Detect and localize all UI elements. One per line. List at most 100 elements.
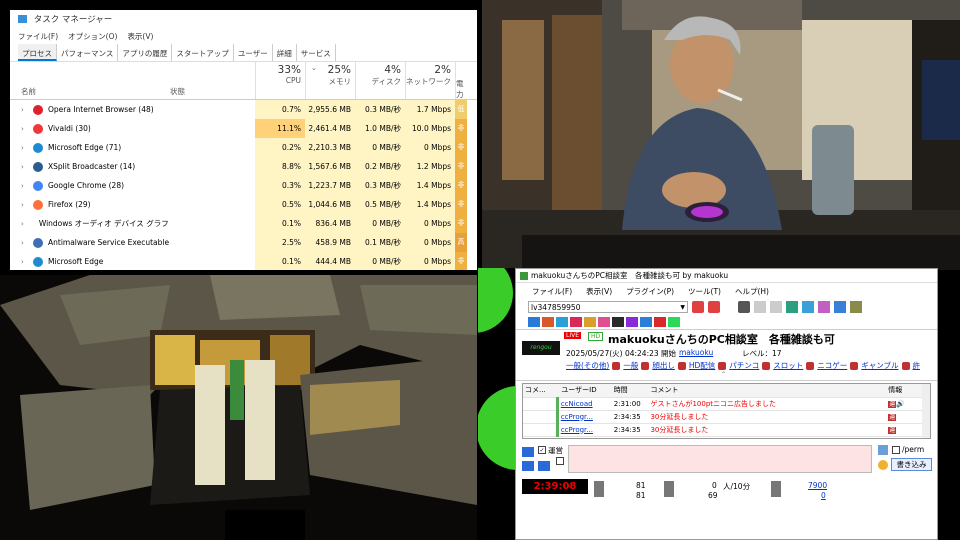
owner-link[interactable]: makuoku <box>679 348 713 357</box>
comment-row[interactable]: ccProgr... 2:34:35 30分延長しました運 <box>523 410 925 424</box>
process-row[interactable]: › Google Chrome (28) 0.3% 1,223.7 MB 0.3 MB/… <box>10 176 477 195</box>
tag-lock-icon[interactable] <box>677 361 686 370</box>
channel-icon[interactable] <box>528 317 540 327</box>
channel-icon[interactable] <box>598 317 610 327</box>
list-icon[interactable] <box>538 461 550 471</box>
comment-user[interactable]: ccProgr... <box>555 423 614 437</box>
toolbar-icon-b[interactable] <box>770 301 782 313</box>
toolbar-icon-f[interactable] <box>834 301 846 313</box>
col-user-id[interactable]: ユーザーID <box>557 384 614 398</box>
col-status[interactable]: 状態 <box>170 62 255 99</box>
menu-help[interactable]: ヘルプ(H) <box>735 286 769 297</box>
toolbar-icon-c[interactable] <box>786 301 798 313</box>
comment-user-link[interactable]: ccProgr... <box>561 426 593 434</box>
tab-app-history[interactable]: アプリの履歴 <box>118 44 173 61</box>
process-row[interactable]: › Firefox (29) 0.5% 1,044.6 MB 0.5 MB/秒 1.4 M… <box>10 195 477 214</box>
channel-icon[interactable] <box>612 317 624 327</box>
process-row[interactable]: › Windows オーディオ デバイス グラフ ... 0.1% 836.4 MB 0… <box>10 214 477 233</box>
splitter[interactable]: ⌃ <box>516 371 937 381</box>
comment-user-link[interactable]: ccNicoad <box>561 400 593 408</box>
tag-lock-icon[interactable] <box>901 361 910 370</box>
comment-user[interactable]: ccNicoad <box>555 397 614 411</box>
comment-user-link[interactable]: ccProgr... <box>561 413 593 421</box>
menu-view[interactable]: 表示(V) <box>586 286 612 297</box>
expand-chevron-icon[interactable]: › <box>21 258 33 266</box>
anchor-icon[interactable] <box>878 445 888 455</box>
process-row[interactable]: › Antimalware Service Executable 2.5% 458.9… <box>10 233 477 252</box>
tab-services[interactable]: サービス <box>297 44 336 61</box>
comment-user[interactable]: ccProgr... <box>555 410 614 424</box>
tab-performance[interactable]: パフォーマンス <box>57 44 119 61</box>
channel-icon[interactable] <box>668 317 680 327</box>
tab-processes[interactable]: プロセス <box>18 44 57 61</box>
process-row[interactable]: › Opera Internet Browser (48) 0.7% 2,955.6 … <box>10 100 477 119</box>
toolbar-icon-d[interactable] <box>802 301 814 313</box>
tag-lock-icon[interactable] <box>641 361 650 370</box>
col-cpu[interactable]: 33% CPU <box>255 62 305 99</box>
command-icon[interactable] <box>522 461 534 471</box>
tag-lock-icon[interactable] <box>850 361 859 370</box>
channel-icon[interactable] <box>570 317 582 327</box>
tag-link[interactable]: スロット <box>773 360 803 371</box>
anon-checkbox[interactable] <box>556 457 564 465</box>
unei-checkbox[interactable]: ✓ <box>538 446 546 454</box>
menu-file[interactable]: ファイル(F) <box>18 30 58 44</box>
expand-chevron-icon[interactable]: › <box>21 182 33 190</box>
tag-link[interactable]: HD配信 <box>689 360 715 371</box>
channel-icon[interactable] <box>626 317 638 327</box>
channel-icon[interactable] <box>584 317 596 327</box>
expand-chevron-icon[interactable]: › <box>21 163 33 171</box>
menu-plugin[interactable]: プラグイン(P) <box>626 286 674 297</box>
col-disk[interactable]: 4% ディスク <box>355 62 405 99</box>
process-row[interactable]: › Vivaldi (30) 11.1% 2,461.4 MB 1.0 MB/秒 10.0… <box>10 119 477 138</box>
menu-tools[interactable]: ツール(T) <box>688 286 721 297</box>
connect-icon[interactable] <box>692 301 704 313</box>
comment-input[interactable] <box>568 445 872 473</box>
tab-details[interactable]: 詳細 <box>273 44 297 61</box>
comment-scrollbar[interactable] <box>922 384 930 438</box>
perm-checkbox[interactable] <box>892 446 900 454</box>
toolbar-icon-e[interactable] <box>818 301 830 313</box>
disconnect-icon[interactable] <box>708 301 720 313</box>
col-name[interactable]: 名前 <box>10 62 170 99</box>
channel-icon[interactable] <box>542 317 554 327</box>
menu-file[interactable]: ファイル(F) <box>532 286 572 297</box>
tab-startup[interactable]: スタートアップ <box>172 44 234 61</box>
points-link-2[interactable]: 0 <box>821 491 826 500</box>
expand-chevron-icon[interactable]: › <box>21 125 33 133</box>
tag-link[interactable]: 一般 <box>623 360 638 371</box>
tag-link[interactable]: ニコゲー <box>817 360 847 371</box>
channel-icon[interactable] <box>640 317 652 327</box>
tag-lock-icon[interactable] <box>612 361 621 370</box>
expand-chevron-icon[interactable]: › <box>21 239 33 247</box>
channel-icon[interactable] <box>654 317 666 327</box>
col-memory[interactable]: ⌄ 25% メモリ <box>305 62 355 99</box>
emoji-icon[interactable] <box>878 460 888 470</box>
tag-lock-icon[interactable] <box>718 361 727 370</box>
channel-icon[interactable] <box>556 317 568 327</box>
menu-options[interactable]: オプション(O) <box>68 30 117 44</box>
process-row[interactable]: › Microsoft Edge (71) 0.2% 2,210.3 MB 0 MB/秒… <box>10 138 477 157</box>
process-row[interactable]: › Microsoft Edge 0.1% 444.4 MB 0 MB/秒 0 Mbps 非 <box>10 252 477 270</box>
tab-users[interactable]: ユーザー <box>234 44 273 61</box>
tag-link[interactable]: パチンコ <box>729 360 759 371</box>
comment-row[interactable]: ccProgr... 2:34:35 30分延長しました運 <box>523 423 925 437</box>
col-info[interactable]: 情報 <box>888 384 925 398</box>
tag-link[interactable]: 一般(その他) <box>566 360 609 371</box>
menu-view[interactable]: 表示(V) <box>127 30 153 44</box>
tag-lock-icon[interactable] <box>806 361 815 370</box>
comment-row[interactable]: ccNicoad 2:31:00 ゲストさんが100ptニコニ広告しました 運🔊 <box>523 397 925 411</box>
submit-button[interactable]: 書き込み <box>891 458 932 471</box>
expand-chevron-icon[interactable]: › <box>21 106 33 114</box>
tag-link[interactable]: 顔出し <box>652 360 675 371</box>
tag-lock-icon[interactable] <box>762 361 771 370</box>
reload-icon[interactable] <box>738 301 750 313</box>
points-link[interactable]: 7900 <box>808 481 827 490</box>
toolbar-icon-a[interactable] <box>754 301 766 313</box>
col-comment-no[interactable]: コメ... <box>523 384 558 398</box>
col-power[interactable]: 電力 <box>455 62 467 99</box>
col-network[interactable]: 2% ネットワーク <box>405 62 455 99</box>
process-row[interactable]: › XSplit Broadcaster (14) 8.8% 1,567.6 MB 0.… <box>10 157 477 176</box>
expand-chevron-icon[interactable]: › <box>21 144 33 152</box>
tag-link[interactable]: ギャンブル <box>861 360 898 371</box>
